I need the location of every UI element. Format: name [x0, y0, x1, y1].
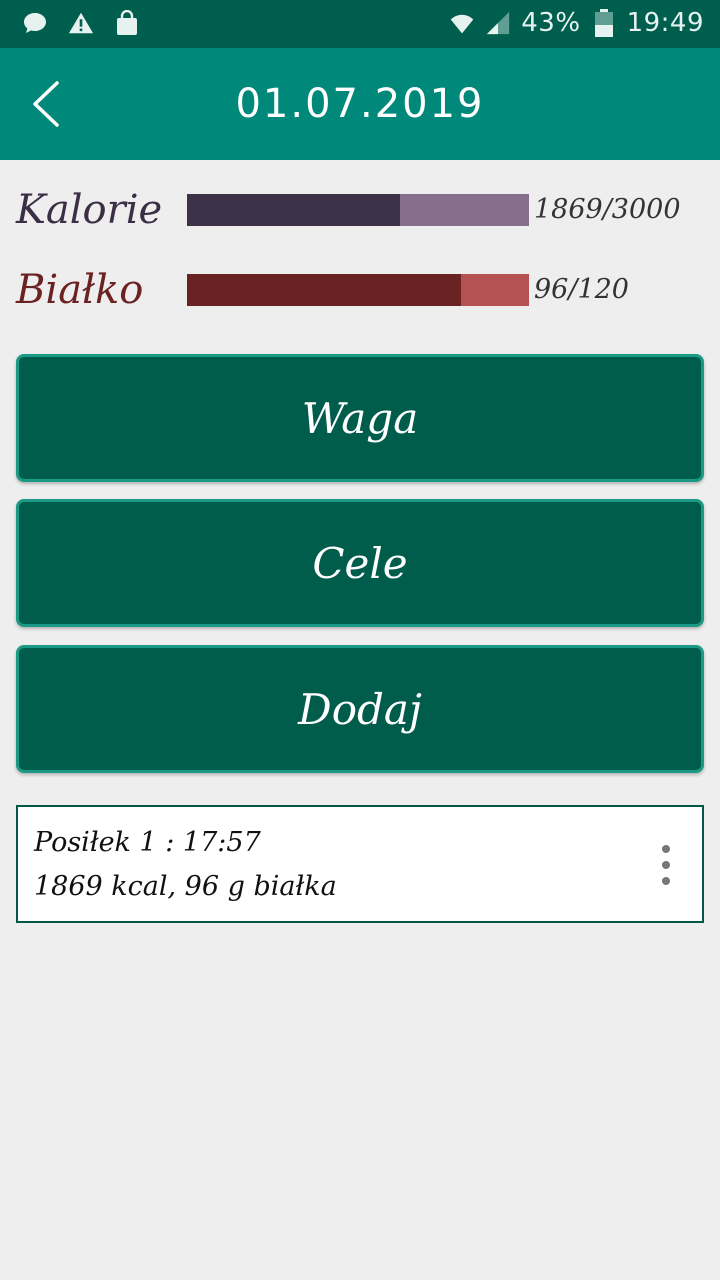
notification-icons: [22, 10, 140, 36]
menu-dot: [662, 877, 670, 885]
warning-icon: [68, 10, 94, 36]
protein-value: 96/120: [534, 274, 629, 305]
calories-label: Kalorie: [16, 187, 163, 233]
protein-progress-row: Białko 96/120: [16, 260, 706, 320]
menu-dot: [662, 845, 670, 853]
wifi-icon: [449, 10, 475, 36]
back-button[interactable]: [18, 76, 74, 132]
system-indicators: 43% 19:49: [449, 8, 704, 38]
clock: 19:49: [626, 8, 704, 38]
more-vert-icon[interactable]: [656, 845, 676, 885]
shopping-bag-icon: [114, 10, 140, 36]
calories-progress-fill: [187, 194, 401, 226]
add-button[interactable]: Dodaj: [16, 645, 704, 773]
chat-bubble-icon: [22, 10, 48, 36]
chevron-left-icon: [33, 81, 59, 127]
meal-card[interactable]: Posiłek 1 : 17:57 1869 kcal, 96 g białka: [16, 805, 704, 923]
calories-value: 1869/3000: [534, 194, 681, 225]
signal-icon: [485, 10, 511, 36]
protein-progress-bar: [187, 274, 529, 306]
protein-label: Białko: [16, 267, 144, 313]
meal-summary: 1869 kcal, 96 g białka: [34, 871, 337, 902]
protein-progress-fill: [187, 274, 461, 306]
weight-button[interactable]: Waga: [16, 354, 704, 482]
page-title: 01.07.2019: [235, 81, 485, 127]
calories-progress-bar: [187, 194, 529, 226]
battery-icon: [591, 9, 617, 37]
battery-percent: 43%: [521, 8, 581, 38]
calories-progress-row: Kalorie 1869/3000: [16, 180, 706, 240]
menu-dot: [662, 861, 670, 869]
goals-button[interactable]: Cele: [16, 499, 704, 627]
app-toolbar: 01.07.2019: [0, 48, 720, 160]
meal-title: Posiłek 1 : 17:57: [34, 827, 261, 858]
status-bar: 43% 19:49: [0, 0, 720, 48]
